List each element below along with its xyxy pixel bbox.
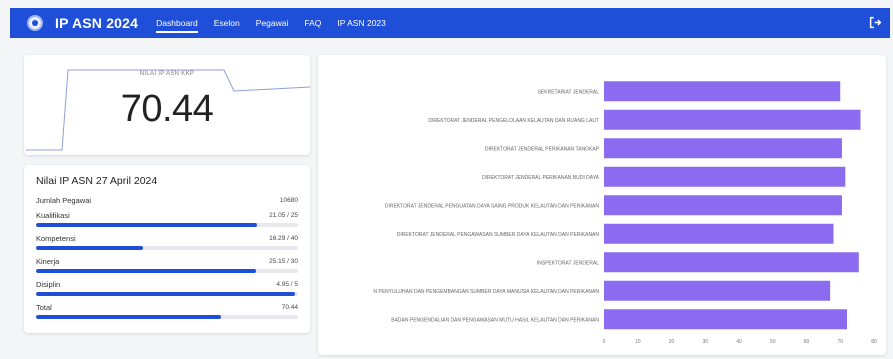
- score-progress-track: [36, 269, 298, 273]
- category-label: DIREKTORAT JENDERAL PENGAWASAN SUMBER DA…: [397, 232, 600, 238]
- bar[interactable]: [604, 166, 846, 187]
- unit-bar-chart: SEKRETARIAT JENDERAL DIREKTORAT JENDERAL …: [373, 81, 877, 345]
- x-tick-label: 80: [871, 339, 877, 345]
- x-tick-label: 30: [702, 339, 708, 345]
- bar[interactable]: [604, 309, 847, 330]
- score-progress-fill: [36, 315, 221, 319]
- x-tick-label: 40: [736, 339, 742, 345]
- x-tick-label: 20: [669, 339, 675, 345]
- kkp-value: 70.44: [120, 88, 214, 130]
- kkp-score-card: NILAI IP ASN KKP 70.44: [24, 55, 310, 155]
- score-row: Kinerja 25.15 / 30: [36, 256, 298, 267]
- score-value: 70.44: [281, 304, 298, 311]
- jumlah-pegawai-row: Jumlah Pegawai 10680: [36, 195, 298, 206]
- bar[interactable]: [604, 195, 842, 216]
- score-row: Kompetensi 16.29 / 40: [36, 233, 298, 244]
- score-label: Kompetensi: [36, 234, 76, 243]
- category-label: DIREKTORAT JENDERAL PENGELOLAAN KELAUTAN…: [428, 118, 599, 124]
- score-value: 4.95 / 5: [276, 281, 298, 288]
- emblem-icon[interactable]: [27, 15, 43, 31]
- score-list: Kualifikasi 21.05 / 25 Kompetensi 16.29 / 4…: [36, 210, 298, 319]
- logout-icon[interactable]: [869, 16, 882, 29]
- top-navbar: IP ASN 2024 Dashboard Eselon Pegawai FAQ…: [10, 8, 890, 38]
- jumlah-pegawai-label: Jumlah Pegawai: [36, 196, 92, 205]
- category-label: SEKRETARIAT JENDERAL: [538, 89, 600, 95]
- bar[interactable]: [604, 81, 841, 102]
- category-label: INSPEKTORAT JENDERAL: [537, 260, 599, 266]
- score-progress-fill: [36, 269, 256, 273]
- x-tick-label: 70: [837, 339, 843, 345]
- category-label: N PENYULUHAN DAN PENGEMBANGAN SUMBER DAY…: [373, 289, 599, 295]
- x-tick-label: 0: [603, 339, 606, 345]
- score-progress-fill: [36, 246, 143, 250]
- score-progress-track: [36, 315, 298, 319]
- bar[interactable]: [604, 252, 859, 273]
- nilai-breakdown-card: Nilai IP ASN 27 April 2024 Jumlah Pegawa…: [24, 165, 310, 333]
- score-label: Kinerja: [36, 257, 60, 266]
- score-progress-track: [36, 292, 298, 296]
- score-value: 21.05 / 25: [269, 212, 298, 219]
- nav-ip-asn-2023[interactable]: IP ASN 2023: [337, 12, 386, 34]
- score-row: Disiplin 4.95 / 5: [36, 279, 298, 290]
- score-row: Total 70.44: [36, 302, 298, 313]
- kkp-label: NILAI IP ASN KKP: [139, 71, 195, 77]
- score-label: Disiplin: [36, 280, 61, 289]
- unit-chart-card: SEKRETARIAT JENDERAL DIREKTORAT JENDERAL …: [318, 55, 886, 355]
- score-value: 16.29 / 40: [269, 235, 298, 242]
- score-progress-track: [36, 223, 298, 227]
- category-label: DIREKTORAT JENDERAL PENGUATAN DAYA SAING…: [385, 203, 600, 209]
- x-tick-label: 50: [770, 339, 776, 345]
- app-title[interactable]: IP ASN 2024: [55, 15, 138, 31]
- score-progress-track: [36, 246, 298, 250]
- category-label: BADAN PENGENDALIAN DAN PENGAWASAN MUTU H…: [391, 317, 599, 323]
- nav-pegawai[interactable]: Pegawai: [256, 12, 289, 34]
- main-nav: Dashboard Eselon Pegawai FAQ IP ASN 2023: [156, 8, 402, 38]
- category-label: DIREKTORAT JENDERAL PERIKANAN TANGKAP: [485, 146, 600, 152]
- score-value: 25.15 / 30: [269, 258, 298, 265]
- score-label: Kualifikasi: [36, 211, 70, 220]
- jumlah-pegawai-value: 10680: [279, 197, 298, 204]
- x-tick-label: 60: [804, 339, 810, 345]
- score-progress-fill: [36, 292, 296, 296]
- score-progress-fill: [36, 223, 257, 227]
- score-label: Total: [36, 303, 52, 312]
- nav-dashboard[interactable]: Dashboard: [156, 12, 198, 34]
- bar[interactable]: [604, 280, 831, 301]
- nav-faq[interactable]: FAQ: [304, 12, 321, 34]
- nilai-title: Nilai IP ASN 27 April 2024: [36, 175, 158, 187]
- bar[interactable]: [604, 109, 861, 130]
- bar[interactable]: [604, 223, 834, 244]
- category-label: DIREKTORAT JENDERAL PERIKANAN BUDI DAYA: [482, 175, 600, 181]
- nav-eselon[interactable]: Eselon: [214, 12, 240, 34]
- x-tick-label: 10: [635, 339, 641, 345]
- score-row: Kualifikasi 21.05 / 25: [36, 210, 298, 221]
- bar[interactable]: [604, 138, 842, 159]
